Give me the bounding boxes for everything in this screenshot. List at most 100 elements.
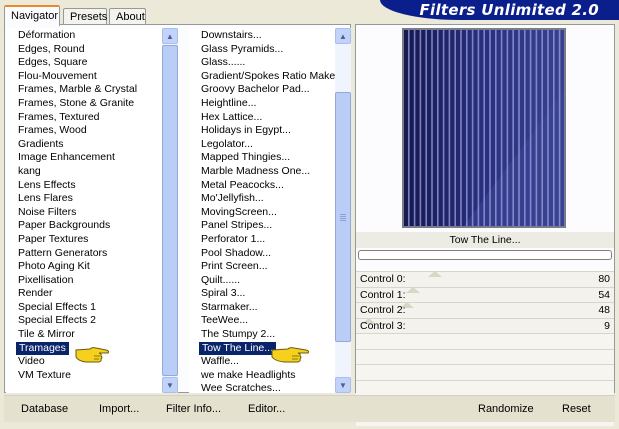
list-item[interactable]: Frames, Marble & Crystal	[6, 83, 162, 97]
control-value: 48	[598, 304, 610, 316]
list-item[interactable]: Photo Aging Kit	[6, 260, 162, 274]
stripe	[477, 30, 480, 226]
list-item[interactable]: Edges, Round	[6, 43, 162, 57]
list-item[interactable]: Gradients	[6, 138, 162, 152]
list-item[interactable]: Glass......	[189, 56, 335, 70]
list-item[interactable]: Render	[6, 287, 162, 301]
list-item[interactable]: Groovy Bachelor Pad...	[189, 83, 335, 97]
progress-bar	[358, 250, 612, 260]
slider-thumb[interactable]	[406, 286, 420, 293]
list-item[interactable]: Tow The Line...	[189, 341, 335, 356]
list-item[interactable]: Image Enhancement	[6, 151, 162, 165]
stripe	[460, 30, 462, 226]
list-item[interactable]: The Stumpy 2...	[189, 328, 335, 342]
list-item[interactable]: Paper Backgrounds	[6, 219, 162, 233]
list-item[interactable]: Pattern Generators	[6, 247, 162, 261]
list-item[interactable]: Downstairs...	[189, 29, 335, 43]
list-item[interactable]: Frames, Stone & Granite	[6, 97, 162, 111]
preview-stripes	[404, 30, 564, 226]
list-item[interactable]: Print Screen...	[189, 260, 335, 274]
list-item[interactable]: Legolator...	[189, 138, 335, 152]
selected-item[interactable]: Tramages	[16, 341, 69, 356]
list-item[interactable]: Mo'Jellyfish...	[189, 192, 335, 206]
list-item[interactable]: Special Effects 2	[6, 314, 162, 328]
randomize-button[interactable]: Randomize	[478, 403, 534, 415]
stripe	[535, 30, 538, 226]
list-item[interactable]: Gradient/Spokes Ratio Maker...	[189, 70, 335, 84]
filter-info-button[interactable]: Filter Info...	[166, 403, 221, 415]
stripe	[413, 30, 416, 226]
control-row-0[interactable]: Control 0: 80	[356, 271, 614, 287]
list-item[interactable]: MovingScreen...	[189, 206, 335, 220]
filter-list[interactable]: Downstairs... Glass Pyramids... Glass.....…	[189, 28, 351, 393]
list-item[interactable]: Special Effects 1	[6, 301, 162, 315]
reset-button[interactable]: Reset	[562, 403, 591, 415]
list-item[interactable]: Mapped Thingies...	[189, 151, 335, 165]
stripe	[553, 30, 555, 226]
control-row-1[interactable]: Control 1: 54	[356, 286, 614, 302]
tab-navigator[interactable]: Navigator	[4, 5, 60, 26]
list-item[interactable]: Spiral 3...	[189, 287, 335, 301]
control-row-2[interactable]: Control 2: 48	[356, 302, 614, 318]
list-item[interactable]: TeeWee...	[189, 314, 335, 328]
stripe	[500, 30, 503, 226]
list-item[interactable]: Heightline...	[189, 97, 335, 111]
filter-scrollbar[interactable]: ▲ ▼	[335, 28, 351, 393]
scroll-up-arrow-icon[interactable]: ▲	[162, 28, 178, 44]
list-item[interactable]: Edges, Square	[6, 56, 162, 70]
selected-item[interactable]: Tow The Line...	[199, 341, 277, 356]
control-row-3[interactable]: Control 3: 9	[356, 317, 614, 333]
list-item[interactable]: Panel Stripes...	[189, 219, 335, 233]
category-list[interactable]: Déformation Edges, Round Edges, Square Flou…	[6, 28, 178, 393]
filter-scroll-thumb[interactable]	[335, 92, 351, 342]
list-item[interactable]: Starmaker...	[189, 301, 335, 315]
list-item[interactable]: Glass Pyramids...	[189, 43, 335, 57]
pointing-hand-icon	[75, 347, 110, 363]
list-item[interactable]: Déformation	[6, 29, 162, 43]
app-title: Filters Unlimited 2.0	[419, 1, 599, 19]
pointing-hand-icon	[271, 347, 310, 363]
list-item[interactable]: Holidays in Egypt...	[189, 124, 335, 138]
list-item[interactable]: Tile & Mirror	[6, 328, 162, 342]
list-item[interactable]: Perforator 1...	[189, 233, 335, 247]
slider-thumb[interactable]	[428, 271, 442, 277]
filter-items: Downstairs... Glass Pyramids... Glass.....…	[189, 28, 335, 393]
list-item[interactable]: kang	[6, 165, 162, 179]
list-item[interactable]: Waffle...	[189, 355, 335, 369]
tab-presets[interactable]: Presets	[63, 8, 107, 25]
preview-image	[402, 28, 566, 228]
list-item[interactable]: Frames, Textured	[6, 111, 162, 125]
list-item[interactable]: Metal Peacocks...	[189, 179, 335, 193]
import-button[interactable]: Import...	[99, 403, 139, 415]
list-item[interactable]: Lens Flares	[6, 192, 162, 206]
list-item[interactable]: Hex Lattice...	[189, 111, 335, 125]
list-item[interactable]: Pool Shadow...	[189, 247, 335, 261]
list-item[interactable]: VM Texture	[6, 369, 162, 383]
list-item[interactable]: Paper Textures	[6, 233, 162, 247]
scroll-down-arrow-icon[interactable]: ▼	[335, 377, 351, 393]
list-item[interactable]: Noise Filters	[6, 206, 162, 220]
stripe	[437, 30, 439, 226]
list-item[interactable]: we make Headlights	[189, 369, 335, 383]
list-item[interactable]: Flou-Mouvement	[6, 70, 162, 84]
control-label: Control 3:	[360, 319, 406, 332]
control-label: Control 2:	[360, 304, 406, 316]
category-items: Déformation Edges, Round Edges, Square Flou…	[6, 28, 162, 393]
stripe	[512, 30, 514, 226]
category-scroll-thumb[interactable]	[162, 45, 178, 376]
control-row-empty	[356, 379, 614, 395]
list-item[interactable]: Frames, Wood	[6, 124, 162, 138]
list-item[interactable]: Marble Madness One...	[189, 165, 335, 179]
list-item[interactable]: Quilt......	[189, 274, 335, 288]
tab-about[interactable]: About	[109, 8, 146, 25]
category-scrollbar[interactable]: ▲ ▼	[162, 28, 178, 393]
list-item[interactable]: Wee Scratches...	[189, 382, 335, 393]
database-button[interactable]: Database	[21, 403, 68, 415]
list-item[interactable]: Lens Effects	[6, 179, 162, 193]
scroll-down-arrow-icon[interactable]: ▼	[162, 377, 178, 393]
editor-button[interactable]: Editor...	[248, 403, 285, 415]
list-item[interactable]: Pixellisation	[6, 274, 162, 288]
scroll-up-arrow-icon[interactable]: ▲	[335, 28, 351, 44]
stripe	[408, 30, 410, 226]
stripe	[425, 30, 427, 226]
